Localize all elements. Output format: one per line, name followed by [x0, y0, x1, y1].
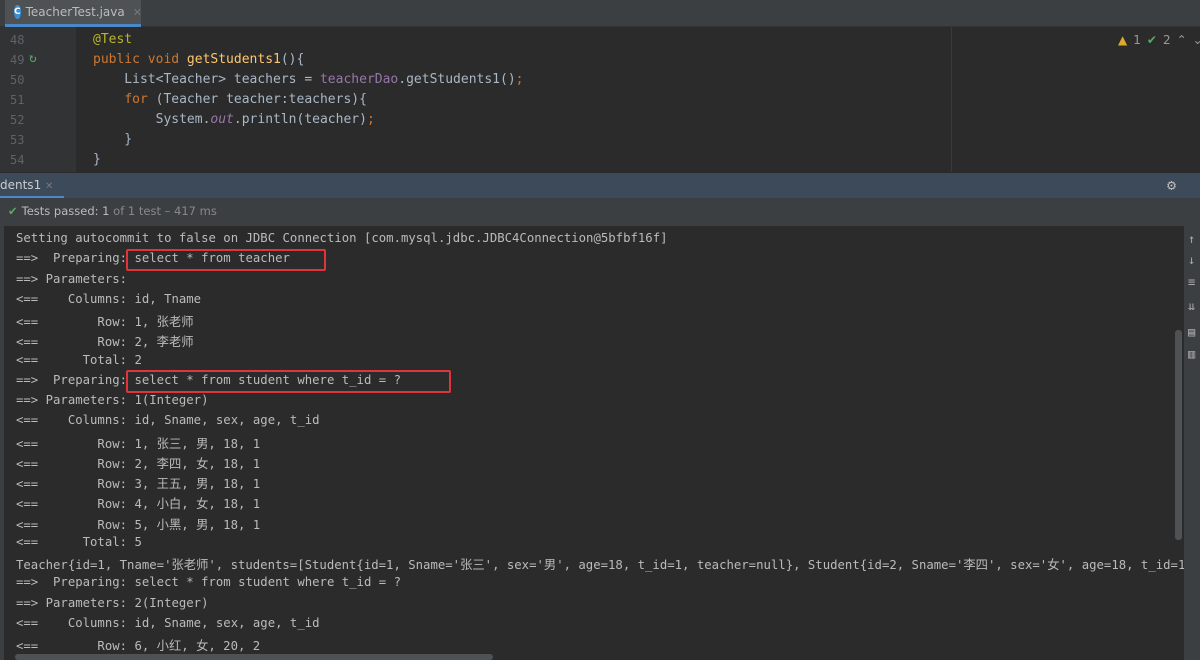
console-line: <== Row: 2, 李老师 — [16, 335, 194, 350]
line-number: 50 — [10, 73, 25, 87]
code-line: } — [93, 152, 101, 167]
console-line: ==> Parameters: 2(Integer) — [16, 595, 209, 610]
console-line: <== Row: 4, 小白, 女, 18, 1 — [16, 497, 261, 512]
console-line: <== Row: 1, 张三, 男, 18, 1 — [16, 436, 261, 451]
console-line: <== Columns: id, Sname, sex, age, t_id — [16, 413, 320, 428]
line-number: 53 — [10, 133, 25, 147]
code-line: System.out.println(teacher); — [93, 112, 375, 127]
run-tab-label: dents1 — [0, 178, 42, 192]
next-highlight-icon[interactable]: ⌄ — [1193, 33, 1200, 47]
line-number: 49 — [10, 53, 25, 67]
java-class-icon: C — [14, 5, 21, 19]
check-icon: ✔ — [8, 204, 18, 218]
editor-tab-bar: C TeacherTest.java ✕ — [0, 0, 1200, 27]
clear-all-icon[interactable]: ▥ — [1188, 347, 1195, 361]
close-tab-icon[interactable]: ✕ — [133, 6, 142, 19]
test-status-detail: of 1 test – 417 ms — [113, 204, 217, 218]
print-icon[interactable]: ▤ — [1188, 325, 1195, 339]
scroll-down-icon[interactable]: ↓ — [1188, 253, 1195, 267]
tab-title: TeacherTest.java — [25, 5, 125, 19]
test-status-label: Tests passed: — [21, 204, 99, 218]
line-number: 54 — [10, 153, 25, 167]
warning-count: 1 — [1133, 33, 1141, 47]
console-line: Setting autocommit to false on JDBC Conn… — [16, 231, 668, 245]
code-line: @Test — [93, 32, 133, 47]
test-pass-count: 1 — [102, 204, 110, 218]
test-status-bar: ✔ Tests passed: 1 of 1 test – 417 ms — [0, 198, 1200, 226]
gear-icon[interactable]: ⚙ — [1167, 176, 1176, 194]
run-tab-getstudents1[interactable]: dents1 ✕ — [0, 173, 64, 199]
inspection-widget[interactable]: ▲ 1 ✔ 2 ⌃ ⌄ — [1118, 33, 1200, 47]
line-number: 51 — [10, 93, 25, 107]
horizontal-scrollbar[interactable] — [15, 654, 493, 660]
console-line: <== Total: 5 — [16, 534, 142, 549]
console-line: <== Row: 5, 小黑, 男, 18, 1 — [16, 517, 261, 532]
typo-count: 2 — [1162, 33, 1171, 47]
code-line: for (Teacher teacher:teachers){ — [124, 92, 367, 107]
console-line: <== Total: 2 — [16, 352, 142, 367]
console-line: <== Row: 3, 王五, 男, 18, 1 — [16, 477, 261, 491]
line-number: 52 — [10, 113, 25, 127]
code-editor[interactable]: 48 49 50 51 52 53 54 ↻ @Test public void… — [0, 27, 1200, 172]
console-line: ==> Parameters: — [16, 271, 135, 286]
warning-icon: ▲ — [1118, 33, 1128, 47]
console-line: <== Row: 2, 李四, 女, 18, 1 — [16, 456, 261, 471]
console-line: Teacher{id=1, Tname='张老师', students=[Stu… — [16, 558, 1193, 572]
console-line: <== Columns: id, Sname, sex, age, t_id — [16, 615, 320, 630]
console-line: <== Columns: id, Tname — [16, 291, 202, 306]
console-toolbar: ↑ ↓ ≡ ⇊ ▤ ▥ — [1184, 226, 1200, 660]
console-line: <== Row: 6, 小红, 女, 20, 2 — [16, 639, 261, 653]
console-line: ==> Parameters: 1(Integer) — [16, 393, 209, 407]
line-number: 48 — [10, 33, 25, 47]
highlight-box — [126, 370, 451, 393]
right-margin-guide — [951, 27, 952, 172]
console-output[interactable]: <== Row: 6, 小红, 女, 20, 2 <== Columns: id,… — [0, 226, 1193, 660]
highlight-box — [126, 249, 326, 271]
run-tool-window-header: dents1 ✕ ⚙ — [0, 172, 1200, 199]
code-line: public void getStudents1(){ — [93, 52, 305, 67]
previous-highlight-icon[interactable]: ⌃ — [1177, 33, 1187, 47]
vertical-scrollbar[interactable] — [1175, 330, 1182, 540]
gutter: 48 49 50 51 52 53 54 ↻ — [0, 27, 76, 172]
console-line: ==> Preparing: select * from student whe… — [16, 575, 401, 590]
scroll-up-icon[interactable]: ↑ — [1188, 232, 1195, 246]
editor-tab-teachertest[interactable]: C TeacherTest.java ✕ — [5, 0, 142, 27]
soft-wrap-icon[interactable]: ≡ — [1188, 275, 1195, 289]
scroll-to-end-icon[interactable]: ⇊ — [1188, 299, 1195, 313]
code-line: List<Teacher> teachers = teacherDao.getS… — [93, 72, 524, 87]
run-test-icon[interactable]: ↻ — [29, 51, 37, 66]
code-line: } — [93, 132, 133, 147]
console-line: <== Row: 1, 张老师 — [16, 315, 194, 329]
typo-icon: ✔ — [1146, 33, 1157, 47]
